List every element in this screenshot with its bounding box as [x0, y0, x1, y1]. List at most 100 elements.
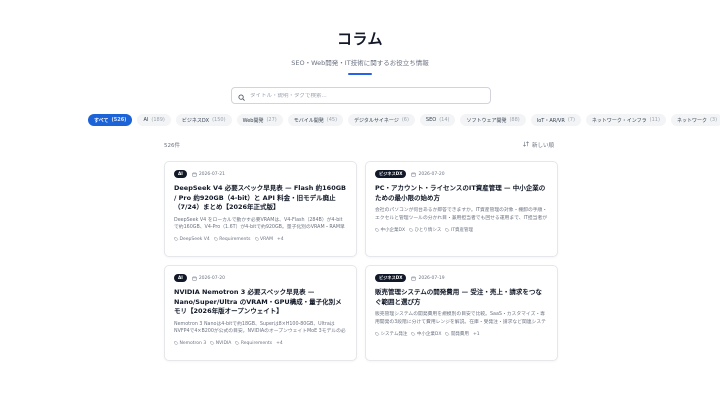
tag[interactable]: ひとり情シス	[409, 227, 441, 233]
category-badge: ビジネスDX	[375, 170, 407, 178]
article-date: 2026-07-19	[411, 276, 445, 281]
article-excerpt: DeepSeek V4 をローカルで動かす必要VRAMは、V4-Flash（28…	[174, 217, 345, 231]
article-title[interactable]: 販売管理システムの開発費用 — 受注・売上・請求をつなぐ範囲と選び方	[375, 288, 548, 307]
tag-icon	[375, 228, 380, 232]
sort-label: 新しい順	[531, 143, 554, 149]
tag-icon	[210, 341, 215, 345]
chip-count: (526)	[111, 117, 127, 123]
chip-label: ネットワーク・インフラ	[591, 117, 647, 124]
chip-label: すべて	[94, 117, 109, 124]
chip-label: Web開発	[242, 117, 264, 124]
chip-label: ビジネスDX	[181, 117, 210, 124]
tag[interactable]: NVIDIA	[210, 341, 231, 346]
category-chip-network-infra[interactable]: ネットワーク・インフラ (11)	[585, 114, 666, 126]
category-chip-mobile-dev[interactable]: モバイル開発 (45)	[287, 114, 344, 126]
article-excerpt: Nemotron 3 Nanoは4-bitで約18GB、Superは8×H100…	[174, 321, 346, 335]
tag[interactable]: Requirements	[214, 237, 251, 242]
article-excerpt: 会社のパソコンが何台あるか即答できますか。IT資産管理の対象・棚卸の手順・エクセ…	[375, 208, 548, 221]
chip-label: SEO	[425, 117, 437, 123]
tag-icon	[409, 228, 414, 232]
chip-count: (14)	[439, 117, 450, 123]
category-chip-digital-signage[interactable]: デジタルサイネージ (6)	[348, 114, 415, 126]
category-chip-software-dev[interactable]: ソフトウェア開発 (88)	[460, 114, 526, 126]
article-date: 2026-07-20	[192, 276, 225, 281]
more-tags-count: +1	[472, 331, 480, 337]
title-accent-bar	[348, 73, 372, 75]
sort-icon	[523, 141, 529, 149]
tag[interactable]: VRAM	[254, 237, 273, 242]
tag-icon	[254, 237, 259, 241]
article-tags: DeepSeek V4 Requirements VRAM +4	[174, 237, 347, 242]
date-text: 2026-07-20	[198, 275, 225, 281]
chip-label: モバイル開発	[293, 117, 324, 124]
results-bar: 526件 新しい順	[164, 141, 554, 149]
chip-count: (6)	[401, 117, 409, 123]
date-text: 2026-07-20	[418, 171, 445, 177]
tag[interactable]: IT資産管理	[445, 227, 473, 233]
category-chip-network[interactable]: ネットワーク (3)	[670, 114, 720, 126]
article-date: 2026-07-20	[411, 171, 445, 177]
chip-label: デジタルサイネージ	[354, 117, 399, 124]
tag-icon	[174, 341, 179, 345]
article-title[interactable]: DeepSeek V4 必要スペック早見表 — Flash 約160GB / P…	[174, 184, 347, 213]
category-chip-seo[interactable]: SEO (14)	[419, 114, 456, 126]
tag-icon	[411, 332, 416, 336]
calendar-icon	[192, 276, 197, 281]
page-subtitle: SEO・Web開発・IT技術に関するお役立ち情報	[291, 59, 429, 67]
chip-count: (150)	[212, 117, 226, 123]
page-title: コラム	[336, 30, 384, 48]
tag-icon	[214, 237, 218, 241]
article-tags: 中小企業DX ひとり情シス IT資産管理	[375, 227, 548, 233]
category-filter: すべて (526) AI (189) ビジネスDX (150) Web開発 (27) モ…	[88, 114, 720, 126]
calendar-icon	[411, 172, 417, 177]
chip-label: ネットワーク	[676, 117, 707, 124]
tag[interactable]: Nemotron 3	[174, 341, 206, 346]
category-chip-business-dx[interactable]: ビジネスDX (150)	[175, 114, 232, 126]
article-date: 2026-07-21	[192, 172, 225, 177]
article-tags: システム発注 中小企業DX 開発費用 +1	[375, 331, 548, 337]
tag-icon	[375, 332, 380, 336]
chip-count: (88)	[509, 117, 520, 123]
tag[interactable]: 開発費用	[445, 331, 469, 337]
date-text: 2026-07-21	[198, 171, 225, 177]
results-count: 526件	[164, 143, 180, 149]
chip-label: IoT・AR/VR	[536, 117, 565, 124]
article-title[interactable]: NVIDIA Nemotron 3 必要スペック早見表 — Nano/Super…	[174, 288, 347, 317]
search-icon	[238, 86, 245, 105]
chip-count: (189)	[151, 117, 165, 123]
search-input[interactable]	[250, 92, 480, 99]
chip-count: (27)	[266, 117, 277, 123]
tag[interactable]: DeepSeek V4	[174, 237, 210, 242]
category-chip-web-dev[interactable]: Web開発 (27)	[236, 114, 283, 126]
tag-icon	[235, 341, 240, 345]
sort-toggle[interactable]: 新しい順	[523, 141, 554, 149]
article-card[interactable]: AI 2026-07-21 DeepSeek V4 必要スペック早見表 — Fl…	[164, 161, 357, 257]
category-badge: ビジネスDX	[375, 274, 407, 282]
search-box[interactable]	[231, 87, 491, 104]
article-card[interactable]: ビジネスDX 2026-07-19 販売管理システムの開発費用 — 受注・売上・…	[365, 265, 558, 361]
more-tags-count: +4	[277, 236, 284, 242]
article-title[interactable]: PC・アカウント・ライセンスのIT資産管理 — 中小企業のための最小限の始め方	[375, 184, 548, 203]
tag-icon	[174, 237, 179, 241]
more-tags-count: +4	[276, 340, 283, 346]
article-grid: AI 2026-07-21 DeepSeek V4 必要スペック早見表 — Fl…	[164, 161, 558, 361]
article-excerpt: 販売管理システムの開発費用を規模別の目安で比較。SaaS・カスタマイズ・専用開発…	[375, 312, 546, 325]
tag-icon	[445, 228, 450, 232]
tag[interactable]: 中小企業DX	[375, 227, 405, 233]
chip-count: (45)	[326, 117, 338, 123]
category-chip-ai[interactable]: AI (189)	[137, 114, 171, 126]
calendar-icon	[192, 172, 197, 177]
tag[interactable]: 中小企業DX	[411, 331, 441, 337]
calendar-icon	[411, 276, 417, 281]
tag[interactable]: Requirements	[235, 341, 272, 346]
category-chip-all[interactable]: すべて (526)	[88, 114, 133, 126]
article-card[interactable]: AI 2026-07-20 NVIDIA Nemotron 3 必要スペック早見…	[164, 265, 357, 361]
page: コラム SEO・Web開発・IT技術に関するお役立ち情報 すべて(526) AI…	[0, 0, 720, 400]
article-tags: Nemotron 3 NVIDIA Requirements +4	[174, 341, 347, 346]
category-badge: AI	[174, 170, 187, 178]
tag[interactable]: システム発注	[375, 331, 407, 337]
category-badge: AI	[174, 274, 187, 282]
chip-label: AI	[143, 117, 149, 123]
category-chip-iot-arvr[interactable]: IoT・AR/VR (7)	[530, 114, 581, 126]
article-card[interactable]: ビジネスDX 2026-07-20 PC・アカウント・ライセンスのIT資産管理 …	[365, 161, 558, 257]
